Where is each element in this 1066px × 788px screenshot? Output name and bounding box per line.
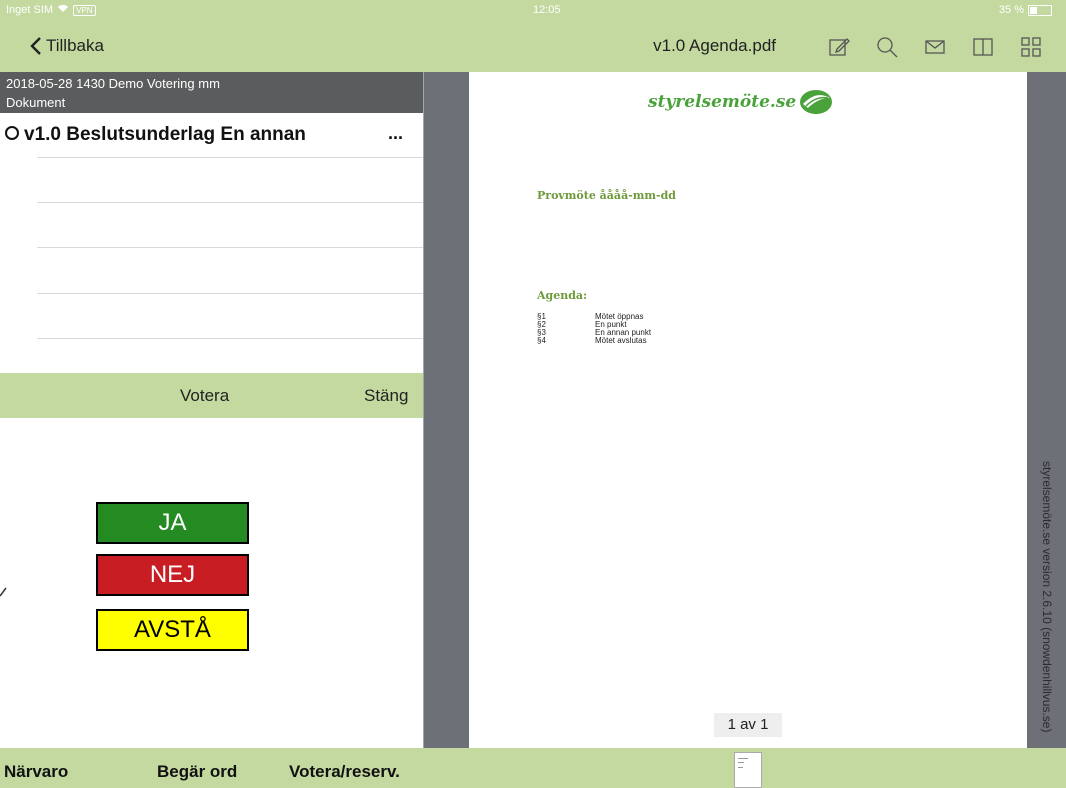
agenda-number: §4 <box>537 336 546 345</box>
document-list-item[interactable]: v1.0 Beslutsunderlag En annan ... <box>0 113 423 157</box>
edge-chevron-icon <box>0 587 7 597</box>
edit-icon[interactable] <box>826 34 852 60</box>
search-icon[interactable] <box>874 34 900 60</box>
thumbnail-line <box>738 762 744 763</box>
pdf-page[interactable]: styrelsemöte.se Provmöte åååå-mm-dd Agen… <box>469 72 1027 748</box>
page-indicator: 1 av 1 <box>714 713 782 737</box>
request-word-button[interactable]: Begär ord <box>157 762 237 782</box>
carrier-label: Inget SIM <box>6 4 54 16</box>
status-time: 12:05 <box>533 4 561 16</box>
more-button[interactable]: ... <box>388 123 403 144</box>
agenda-text: Mötet avslutas <box>595 336 647 345</box>
status-right: 35 % <box>999 4 1052 16</box>
thumbnail-line <box>738 767 743 768</box>
thumbnail-line <box>738 758 748 759</box>
vote-no-button[interactable]: NEJ <box>96 554 249 596</box>
battery-fill <box>1030 6 1037 14</box>
status-bar: Inget SIM VPN 12:05 35 % <box>0 0 1066 22</box>
leaf-logo-icon <box>800 90 833 114</box>
document-name: v1.0 Beslutsunderlag En annan <box>24 124 306 145</box>
vote-button[interactable]: Votera <box>180 386 229 406</box>
back-button[interactable]: Tillbaka <box>30 36 104 56</box>
status-left: Inget SIM VPN <box>6 4 96 16</box>
mail-icon[interactable] <box>922 34 948 60</box>
battery-icon <box>1028 4 1052 16</box>
meeting-header: 2018-05-28 1430 Demo Votering mm Dokumen… <box>0 72 423 113</box>
wifi-icon <box>57 4 69 16</box>
version-watermark: styrelsemöte.se version 2.6.10 (snowdenh… <box>1036 461 1058 741</box>
grid-icon[interactable] <box>1018 34 1044 60</box>
vote-toolbar: Votera Stäng <box>0 373 423 418</box>
list-divider <box>37 247 423 248</box>
chevron-left-icon <box>30 37 41 55</box>
vote-yes-button[interactable]: JA <box>96 502 249 544</box>
bottom-toolbar: Närvaro Begär ord Votera/reserv. <box>0 748 1066 788</box>
brand-text: styrelsemöte.se <box>648 92 797 112</box>
pdf-heading: Provmöte åååå-mm-dd <box>537 189 676 202</box>
presence-button[interactable]: Närvaro <box>4 762 68 782</box>
pdf-toolbar <box>826 34 1044 60</box>
list-divider <box>37 202 423 203</box>
vote-reserve-button[interactable]: Votera/reserv. <box>289 762 400 782</box>
navigation-bar: Tillbaka v1.0 Agenda.pdf <box>0 22 1066 72</box>
watermark-text: styrelsemöte.se version 2.6.10 (snowdenh… <box>1040 461 1054 733</box>
battery-percent: 35 % <box>998 4 1024 16</box>
list-divider <box>37 157 423 158</box>
document-title: v1.0 Agenda.pdf <box>653 36 776 55</box>
vote-abstain-button[interactable]: AVSTÅ <box>96 609 249 651</box>
vpn-badge: VPN <box>73 4 96 16</box>
radio-circle-icon[interactable] <box>5 126 19 140</box>
agenda-title: Agenda: <box>537 289 588 302</box>
page-thumbnail[interactable] <box>734 752 762 788</box>
list-divider <box>37 293 423 294</box>
book-icon[interactable] <box>970 34 996 60</box>
brand-logo: styrelsemöte.se <box>648 88 834 116</box>
meeting-title: 2018-05-28 1430 Demo Votering mm <box>6 76 220 91</box>
back-label: Tillbaka <box>46 36 104 55</box>
list-divider <box>37 338 423 339</box>
close-button[interactable]: Stäng <box>364 386 408 406</box>
section-label: Dokument <box>6 95 66 110</box>
